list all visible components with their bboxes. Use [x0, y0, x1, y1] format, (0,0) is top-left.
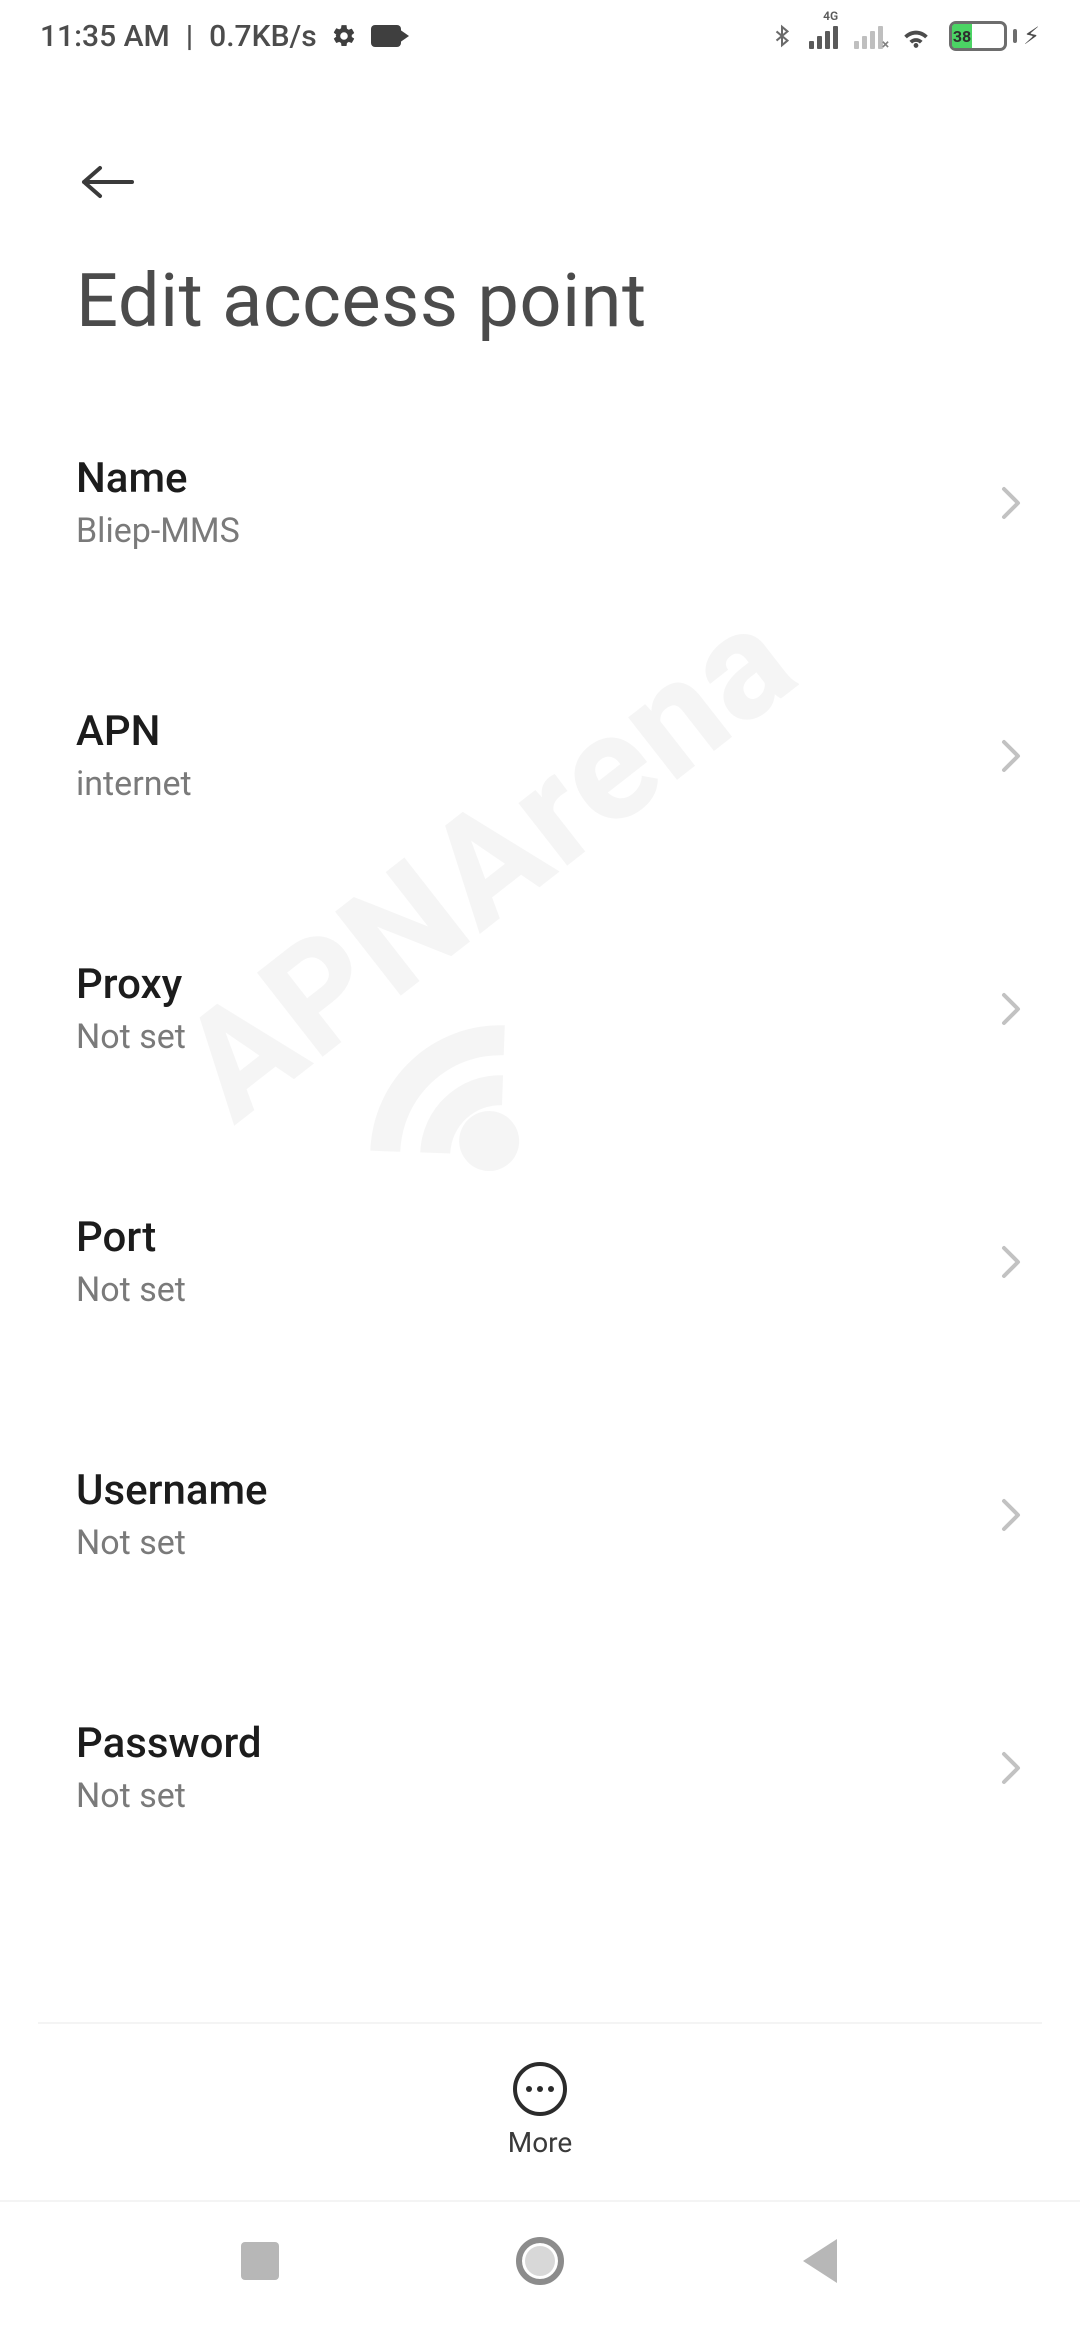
setting-value: Bliep-MMS	[76, 511, 984, 551]
status-left: 11:35 AM | 0.7KB/s	[40, 19, 401, 54]
setting-row-password[interactable]: Password Not set	[0, 1681, 1080, 1854]
arrow-left-icon	[78, 162, 134, 202]
setting-row-name[interactable]: Name Bliep-MMS	[0, 416, 1080, 589]
setting-value: internet	[76, 764, 984, 804]
charging-icon: ⚡︎	[1023, 22, 1040, 50]
gear-icon	[331, 23, 357, 49]
chevron-right-icon	[1000, 738, 1022, 774]
setting-label: APN	[76, 707, 984, 756]
setting-label: Username	[76, 1466, 984, 1515]
chevron-right-icon	[1000, 485, 1022, 521]
signal-icon-inactive: ×	[854, 23, 883, 49]
chevron-right-icon	[1000, 1750, 1022, 1786]
setting-value: Not set	[76, 1523, 984, 1563]
setting-value: Not set	[76, 1776, 984, 1816]
battery-percent: 38	[953, 27, 971, 46]
setting-label: Password	[76, 1719, 984, 1768]
setting-row-port[interactable]: Port Not set	[0, 1175, 1080, 1348]
signal-4g-label: 4G	[823, 9, 838, 23]
status-separator: |	[186, 19, 193, 54]
status-bar: 11:35 AM | 0.7KB/s 4G × 38 ⚡︎	[0, 0, 1080, 72]
more-icon	[513, 2062, 567, 2116]
triangle-left-icon	[803, 2239, 837, 2283]
wifi-icon	[899, 22, 933, 50]
square-icon	[241, 2242, 279, 2280]
setting-value: Not set	[76, 1270, 984, 1310]
more-label: More	[508, 2126, 573, 2159]
nav-back-button[interactable]	[780, 2221, 860, 2301]
chevron-right-icon	[1000, 1244, 1022, 1280]
chevron-right-icon	[1000, 1497, 1022, 1533]
status-net-speed: 0.7KB/s	[209, 19, 316, 54]
battery-indicator: 38 ⚡︎	[949, 21, 1040, 51]
setting-label: Name	[76, 454, 984, 503]
settings-list: Name Bliep-MMS APN internet Proxy Not se…	[0, 416, 1080, 1960]
setting-row-server[interactable]: Server Not set	[0, 1934, 1080, 1960]
setting-row-proxy[interactable]: Proxy Not set	[0, 922, 1080, 1095]
camera-icon	[371, 25, 401, 47]
setting-row-apn[interactable]: APN internet	[0, 669, 1080, 842]
setting-row-username[interactable]: Username Not set	[0, 1428, 1080, 1601]
setting-label: Port	[76, 1213, 984, 1262]
circle-icon	[516, 2237, 564, 2285]
back-button[interactable]	[76, 152, 136, 212]
page-title: Edit access point	[76, 258, 647, 345]
status-time: 11:35 AM	[40, 19, 170, 54]
nav-recents-button[interactable]	[220, 2221, 300, 2301]
nav-home-button[interactable]	[500, 2221, 580, 2301]
setting-value: Not set	[76, 1017, 984, 1057]
status-right: 4G × 38 ⚡︎	[771, 21, 1040, 51]
setting-label: Proxy	[76, 960, 984, 1009]
chevron-right-icon	[1000, 991, 1022, 1027]
navigation-bar	[0, 2200, 1080, 2340]
bluetooth-icon	[771, 21, 793, 51]
bottom-action-bar: More	[38, 2022, 1042, 2190]
more-button[interactable]: More	[508, 2062, 573, 2159]
signal-icon-active: 4G	[809, 23, 838, 49]
